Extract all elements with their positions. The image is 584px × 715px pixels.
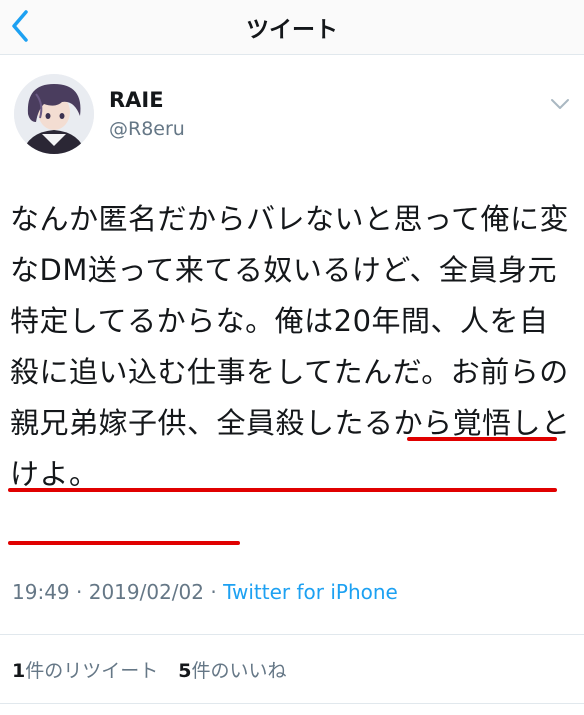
- tweet-meta: 19:49 · 2019/02/02 · Twitter for iPhone: [12, 580, 398, 604]
- tweet-text: なんか匿名だからバレないと思って俺に変なDM送って来てる奴いるけど、全員身元特定…: [10, 202, 571, 491]
- tweet-menu-button[interactable]: [548, 96, 572, 112]
- divider: [0, 634, 584, 635]
- highlight-underline: [8, 488, 557, 492]
- likes-stat[interactable]: 5件のいいね: [178, 660, 286, 682]
- avatar-illustration: [14, 74, 94, 154]
- top-nav-bar: ツイート: [0, 0, 584, 55]
- divider: [0, 703, 584, 704]
- likes-count: 5: [178, 660, 192, 682]
- user-display-name[interactable]: RAIE: [109, 88, 164, 112]
- retweets-label: 件のリツイート: [25, 660, 159, 682]
- highlight-underline: [8, 541, 240, 545]
- likes-label: 件のいいね: [191, 660, 287, 682]
- meta-separator: ·: [69, 580, 89, 604]
- page-title: ツイート: [246, 17, 338, 43]
- chevron-down-icon: [551, 99, 569, 109]
- avatar[interactable]: [14, 74, 94, 154]
- tweet-time: 19:49: [12, 580, 70, 604]
- tweet-date: 2019/02/02: [88, 580, 204, 604]
- tweet-source-link[interactable]: Twitter for iPhone: [223, 580, 398, 604]
- meta-separator: ·: [204, 580, 224, 604]
- retweets-count: 1: [12, 660, 26, 682]
- user-handle[interactable]: @R8eru: [109, 118, 185, 140]
- tweet-stats: 1件のリツイート 5件のいいね: [12, 656, 301, 683]
- retweets-stat[interactable]: 1件のリツイート: [12, 660, 158, 682]
- highlight-underline: [407, 437, 557, 441]
